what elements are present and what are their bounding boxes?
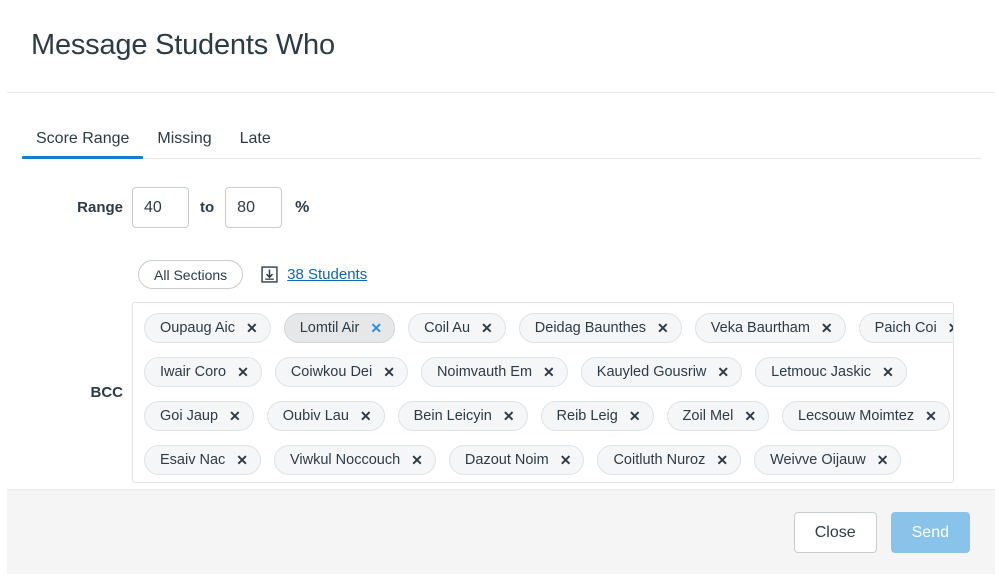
bcc-recipient-box[interactable]: Oupaug Aic ✕ Lomtil Air ✕ Coil Au ✕ Deidag Bau… — [132, 302, 954, 483]
bcc-chip[interactable]: Weivve Oijauw ✕ — [754, 445, 902, 475]
bcc-chip-label: Reib Leig — [556, 408, 618, 424]
close-x-icon[interactable]: ✕ — [629, 409, 641, 423]
bcc-chip-label: Weivve Oijauw — [770, 452, 866, 468]
students-count-link[interactable]: 38 Students — [287, 266, 367, 283]
range-from-input[interactable] — [132, 187, 189, 228]
bcc-chip[interactable]: Zoil Mel ✕ — [666, 401, 770, 431]
bcc-chip-label: Deidag Baunthes — [534, 320, 647, 336]
close-x-icon[interactable]: ✕ — [717, 365, 729, 379]
bcc-chip-label: Kauyled Gousriw — [596, 364, 707, 380]
tab-late[interactable]: Late — [226, 131, 285, 159]
bcc-chip-label: Letmouc Jaskic — [771, 364, 872, 380]
all-sections-pill[interactable]: All Sections — [138, 260, 244, 289]
bcc-chip-label: Lecsouw Moimtez — [798, 408, 915, 424]
range-label: Range — [77, 199, 123, 216]
bcc-chip-label: Goi Jaup — [160, 408, 219, 424]
bcc-chip-label: Bein Leicyin — [413, 408, 492, 424]
bcc-chip[interactable]: Paich Coi ✕ — [858, 313, 953, 343]
close-x-icon[interactable]: ✕ — [821, 321, 833, 335]
bcc-chip[interactable]: Noimvauth Em ✕ — [420, 357, 568, 387]
bcc-chip-label: Coitluth Nuroz — [613, 452, 706, 468]
close-x-icon[interactable]: ✕ — [229, 409, 241, 423]
bcc-chip[interactable]: Kauyled Gousriw ✕ — [580, 357, 743, 387]
bcc-chip[interactable]: Coitluth Nuroz ✕ — [597, 445, 742, 475]
close-x-icon[interactable]: ✕ — [370, 321, 382, 335]
sections-row: All Sections 38 Students — [138, 260, 367, 289]
modal-footer: Close Send — [7, 489, 995, 574]
tab-score-range[interactable]: Score Range — [22, 131, 144, 159]
close-x-icon[interactable]: ✕ — [360, 409, 372, 423]
modal-header: Message Students Who — [7, 0, 995, 93]
close-x-icon[interactable]: ✕ — [481, 321, 493, 335]
bcc-chip-label: Veka Baurtham — [710, 320, 810, 336]
bcc-chip[interactable]: Esaiv Nac ✕ — [144, 445, 262, 475]
bcc-chip-label: Coiwkou Dei — [290, 364, 373, 380]
close-x-icon[interactable]: ✕ — [503, 409, 515, 423]
bcc-chip-line: Oupaug Aic ✕ Lomtil Air ✕ Coil Au ✕ Deidag Bau… — [144, 313, 953, 343]
close-x-icon[interactable]: ✕ — [383, 365, 395, 379]
range-to-input[interactable] — [225, 187, 283, 228]
bcc-chip-label: Oupaug Aic — [160, 320, 235, 336]
close-x-icon[interactable]: ✕ — [237, 365, 249, 379]
bcc-row: BCC Oupaug Aic ✕ Lomtil Air ✕ Coil Au ✕ Deidag… — [7, 302, 995, 483]
bcc-chip[interactable]: Bein Leicyin ✕ — [397, 401, 528, 431]
bcc-chip-line: Goi Jaup ✕ Oubiv Lau ✕ Bein Leicyin ✕ Reib Lei… — [144, 401, 953, 431]
close-button[interactable]: Close — [793, 511, 877, 553]
close-x-icon[interactable]: ✕ — [560, 453, 572, 467]
bcc-chip[interactable]: Goi Jaup ✕ — [144, 401, 254, 431]
bcc-chip[interactable]: Coil Au ✕ — [408, 313, 506, 343]
bcc-chip-label: Lomtil Air — [299, 320, 360, 336]
close-x-icon[interactable]: ✕ — [246, 321, 258, 335]
bcc-chip-label: Noimvauth Em — [436, 364, 533, 380]
bcc-chip-line: Iwair Coro ✕ Coiwkou Dei ✕ Noimvauth Em ✕ Kauy… — [144, 357, 953, 387]
send-button[interactable]: Send — [890, 511, 970, 553]
bcc-chip[interactable]: Oupaug Aic ✕ — [144, 313, 271, 343]
bcc-chip-label: Paich Coi — [874, 320, 937, 336]
bcc-chip-label: Zoil Mel — [682, 408, 734, 424]
bcc-chip[interactable]: Deidag Baunthes ✕ — [518, 313, 682, 343]
bcc-chip-label: Coil Au — [424, 320, 471, 336]
close-x-icon[interactable]: ✕ — [925, 409, 937, 423]
bcc-chip-label: Oubiv Lau — [282, 408, 349, 424]
close-x-icon[interactable]: ✕ — [882, 365, 894, 379]
page-title: Message Students Who — [31, 29, 335, 62]
bcc-chip[interactable]: Veka Baurtham ✕ — [694, 313, 846, 343]
bcc-chip[interactable]: Letmouc Jaskic ✕ — [755, 357, 907, 387]
bcc-chip[interactable]: Lomtil Air ✕ — [283, 313, 396, 343]
tab-missing[interactable]: Missing — [143, 131, 225, 159]
message-students-who-modal: Message Students Who Score Range Missing… — [7, 0, 995, 574]
close-x-icon[interactable]: ✕ — [716, 453, 728, 467]
bcc-chip-label: Esaiv Nac — [160, 452, 226, 468]
bcc-chip[interactable]: Reib Leig ✕ — [540, 401, 654, 431]
close-x-icon[interactable]: ✕ — [948, 321, 953, 335]
bcc-chip[interactable]: Lecsouw Moimtez ✕ — [782, 401, 950, 431]
percent-label: % — [295, 198, 310, 216]
bcc-chip-line: Esaiv Nac ✕ Viwkul Noccouch ✕ Dazout Noim ✕ Co… — [144, 445, 953, 475]
bcc-label: BCC — [90, 384, 124, 401]
bcc-chip-label: Iwair Coro — [160, 364, 227, 380]
bcc-chip[interactable]: Dazout Noim ✕ — [448, 445, 585, 475]
bcc-chip[interactable]: Viwkul Noccouch ✕ — [274, 445, 436, 475]
close-x-icon[interactable]: ✕ — [411, 453, 423, 467]
close-x-icon[interactable]: ✕ — [543, 365, 555, 379]
bcc-chip[interactable]: Coiwkou Dei ✕ — [274, 357, 408, 387]
range-row: Range to % — [7, 187, 309, 228]
bcc-chip[interactable]: Oubiv Lau ✕ — [266, 401, 385, 431]
bcc-chip-rows: Oupaug Aic ✕ Lomtil Air ✕ Coil Au ✕ Deidag Bau… — [144, 313, 953, 482]
bcc-chip-label: Dazout Noim — [464, 452, 549, 468]
tab-list: Score Range Missing Late — [7, 93, 995, 159]
close-x-icon[interactable]: ✕ — [657, 321, 669, 335]
close-x-icon[interactable]: ✕ — [744, 409, 756, 423]
bcc-chip-label: Viwkul Noccouch — [290, 452, 401, 468]
range-to-label: to — [200, 199, 215, 216]
bcc-chip[interactable]: Iwair Coro ✕ — [144, 357, 262, 387]
download-students-group[interactable]: 38 Students — [261, 266, 367, 283]
modal-body: Range to % All Sections 38 Students — [7, 159, 995, 489]
download-tray-icon — [261, 266, 278, 283]
close-x-icon[interactable]: ✕ — [236, 453, 248, 467]
close-x-icon[interactable]: ✕ — [877, 453, 889, 467]
